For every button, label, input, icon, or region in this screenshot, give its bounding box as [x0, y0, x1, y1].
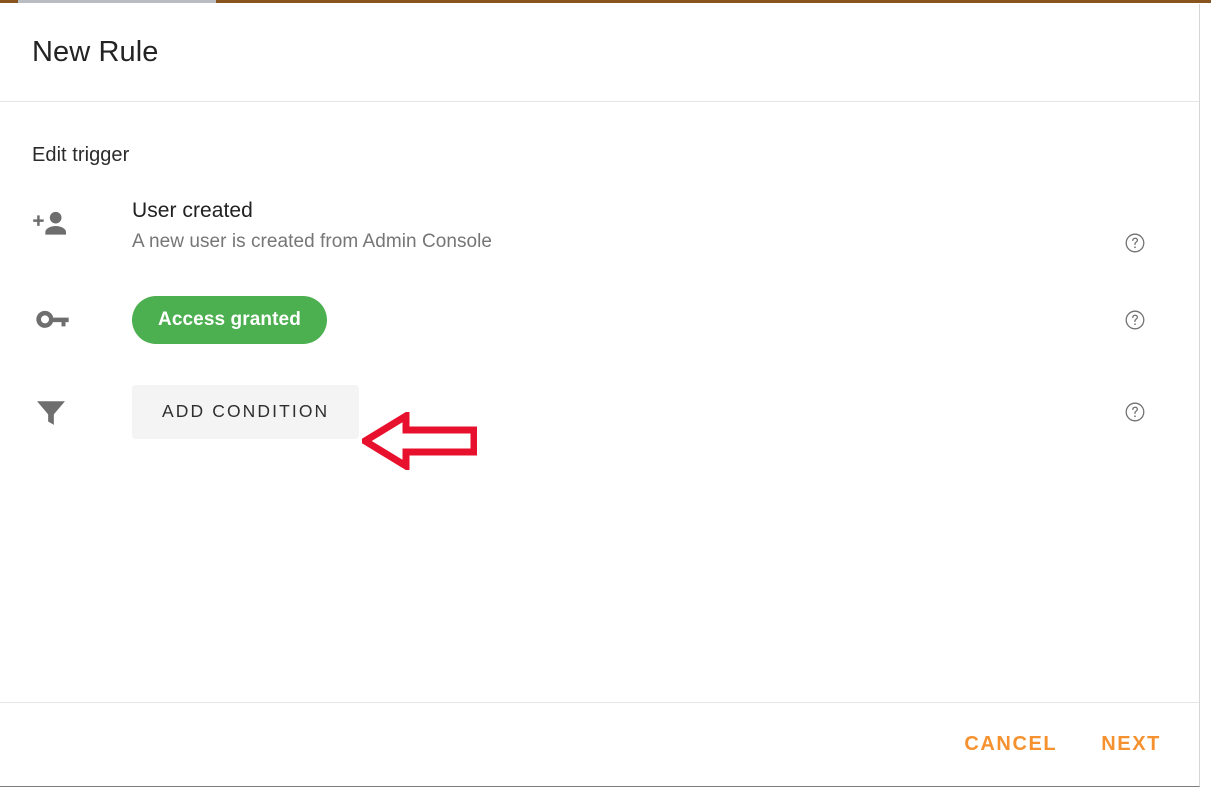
key-icon: [32, 300, 80, 340]
section-title: Edit trigger: [32, 144, 130, 166]
outcome-row[interactable]: Access granted: [32, 289, 1169, 351]
outcome-block: Access granted: [80, 295, 1169, 344]
help-circle-icon-condition[interactable]: [1123, 400, 1147, 424]
add-condition-button[interactable]: ADD CONDITION: [132, 384, 360, 439]
cancel-button[interactable]: CANCEL: [950, 723, 1071, 766]
dialog-body: Edit trigger User created A new user is …: [0, 102, 1199, 702]
dialog-footer: CANCEL NEXT: [0, 702, 1199, 786]
new-rule-dialog: New Rule Edit trigger User created A new…: [0, 4, 1200, 787]
access-granted-chip[interactable]: Access granted: [132, 295, 327, 344]
trigger-text-block: User created A new user is created from …: [80, 199, 1169, 254]
trigger-description: A new user is created from Admin Console: [132, 231, 493, 253]
filter-funnel-icon: [32, 393, 80, 431]
person-add-icon: [32, 199, 80, 245]
help-circle-icon-outcome[interactable]: [1123, 308, 1147, 332]
next-button[interactable]: NEXT: [1087, 723, 1175, 766]
trigger-name: User created: [132, 199, 253, 222]
condition-row[interactable]: ADD CONDITION: [32, 381, 1169, 443]
trigger-row[interactable]: User created A new user is created from …: [32, 199, 1169, 254]
dialog-header: New Rule: [0, 4, 1199, 102]
condition-block: ADD CONDITION: [80, 384, 1169, 439]
help-circle-icon-trigger[interactable]: [1123, 231, 1147, 255]
top-cutoff-fragment: [18, 0, 216, 3]
page-title: New Rule: [32, 36, 159, 68]
